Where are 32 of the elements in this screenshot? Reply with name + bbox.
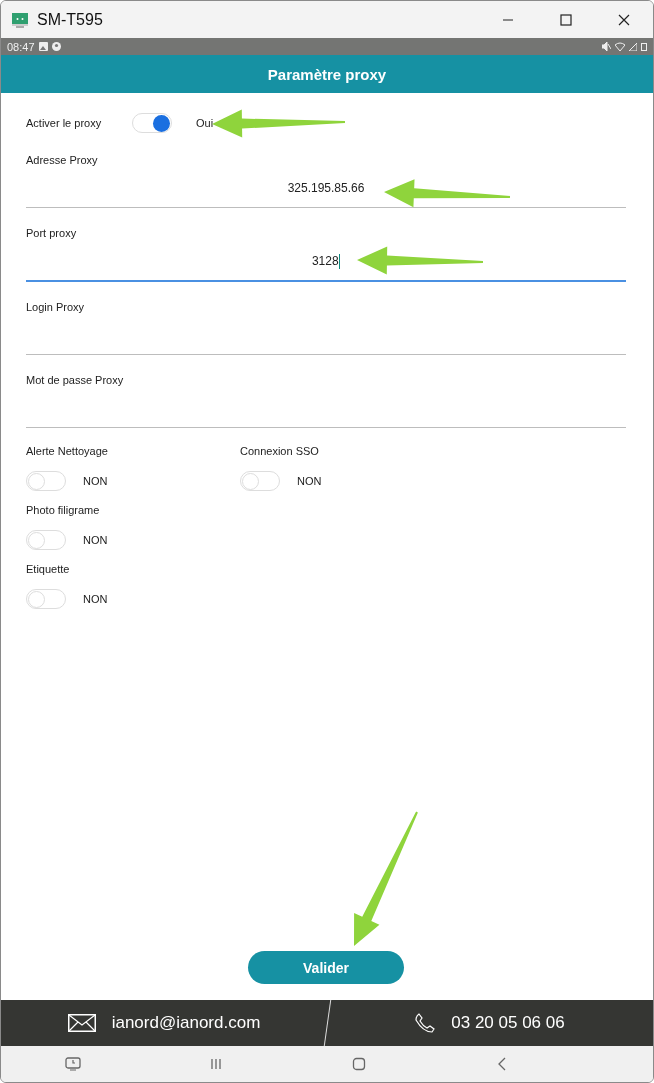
toggle-switch[interactable]: [26, 530, 66, 550]
toggle-label: Connexion SSO: [240, 444, 319, 458]
toggle-state: NON: [297, 475, 322, 487]
phone-icon: [415, 1013, 436, 1033]
page-header: Paramètre proxy: [1, 55, 653, 93]
toggle-switch[interactable]: [26, 589, 66, 609]
toggle-state: NON: [83, 593, 108, 605]
toggle-label: Activer le proxy: [26, 117, 103, 129]
footer-email[interactable]: ianord@ianord.com: [111, 1013, 261, 1033]
toggle-state: Oui: [196, 117, 214, 129]
submit-button[interactable]: Valider: [248, 951, 404, 984]
image-icon: [38, 42, 48, 51]
status-time: 08:47: [7, 40, 35, 53]
toggle-state: NON: [83, 475, 108, 487]
toggle-switch[interactable]: [26, 471, 66, 491]
mute-icon: [602, 42, 611, 51]
android-icon: [11, 10, 29, 29]
mail-icon: [67, 1014, 96, 1032]
window-title: SM-T595: [37, 10, 104, 29]
toggle-switch[interactable]: [240, 471, 280, 491]
toggle-label: Photo filigrame: [26, 503, 100, 517]
toggle-label: Alerte Nettoyage: [26, 444, 108, 458]
account-icon: [51, 42, 61, 51]
toggle-label: Etiquette: [26, 562, 70, 576]
footer-phone[interactable]: 03 20 05 06 06: [451, 1013, 565, 1033]
toggle-switch[interactable]: [132, 113, 172, 133]
input-field[interactable]: Mot de passe Proxy: [26, 355, 626, 428]
toggle-state: NON: [83, 534, 108, 546]
battery-icon: [641, 42, 647, 51]
wifi-icon: [615, 42, 625, 51]
signal-icon: [629, 42, 637, 51]
input-field[interactable]: Login Proxy: [26, 282, 626, 355]
